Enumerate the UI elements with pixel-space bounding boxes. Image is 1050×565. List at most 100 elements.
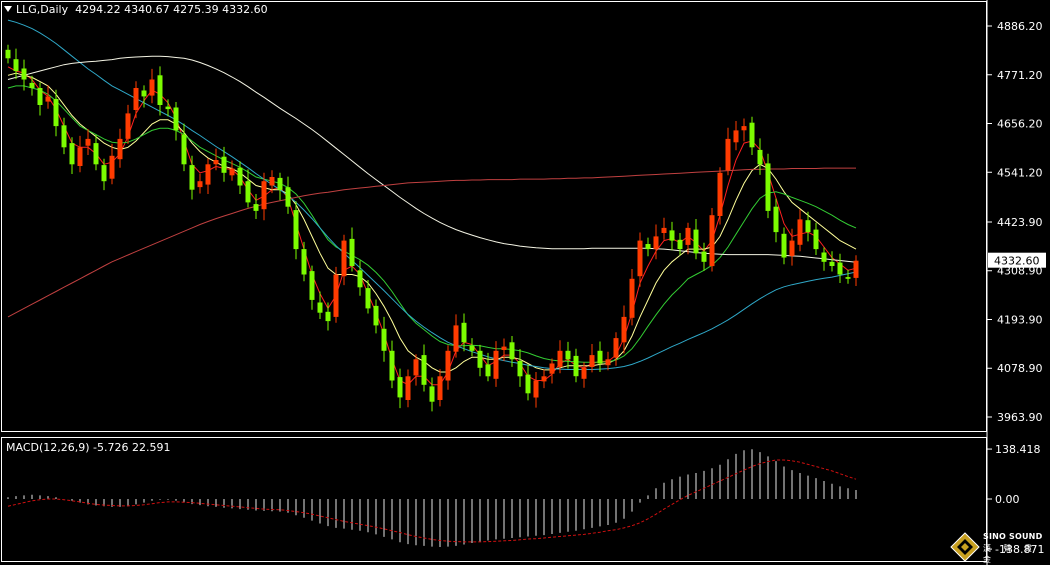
candle-body [157,75,163,105]
candle-body [333,274,339,317]
candle-body [293,210,299,250]
chart-svg: 4886.204771.204656.204541.204423.904308.… [1,0,1046,565]
candle-body [613,338,619,358]
candle-body [213,160,219,165]
candle-body [637,240,643,277]
candle-body [549,363,555,374]
candle-body [709,215,715,267]
candle-body [221,156,227,173]
candle-body [445,350,451,381]
candle-body [797,219,803,245]
candle-body [757,149,763,165]
candle-body [645,244,651,250]
candle-body [413,359,419,376]
macd-header: MACD(12,26,9) -5.726 22.591 [6,441,170,454]
price-tick-label: 4078.90 [997,362,1043,375]
candle-body [173,107,179,131]
price-tick-label: 4423.90 [997,216,1043,229]
logo-cn-text: 漢 聲 貴 金 [983,544,1038,564]
candle-body [453,325,459,352]
candle-body [789,240,795,256]
candle-body [61,125,67,148]
candle-body [765,163,771,211]
candle-body [653,236,659,250]
candle-body [821,252,827,262]
candle-body [485,364,491,377]
candle-body [389,350,395,381]
candle-body [725,138,731,171]
candle-body [565,350,571,360]
candle-body [109,155,115,179]
candle-body [21,68,27,80]
candle-body [245,181,251,203]
price-tick-label: 4541.20 [997,166,1043,179]
macd-histogram [7,449,857,547]
dropdown-triangle-icon[interactable] [4,6,12,12]
candle-body [13,59,19,72]
candle-body [829,261,835,266]
candle-body [237,167,243,186]
ma-line-green [7,85,857,363]
candle-body [261,181,267,210]
price-tick-label: 4771.20 [997,69,1043,82]
candle-body [669,230,675,241]
candle-body [525,374,531,394]
candle-body [517,361,523,377]
candle-body [845,277,851,279]
macd-tick-label: 138.418 [995,443,1041,456]
last-price-tag: 4332.60 [988,252,1046,268]
candle-body [629,278,635,318]
candle-body [357,270,363,288]
candle-body [117,138,123,160]
candle-body [189,165,195,190]
candle-body [317,302,323,313]
ma-line-long [7,167,856,318]
moving-averages [7,19,857,386]
candle-body [69,143,75,165]
candle-body [133,88,139,110]
chart-header[interactable]: LLG,Daily 4294.22 4340.67 4275.39 4332.6… [4,3,268,16]
candle-body [805,220,811,233]
candle-body [853,260,859,278]
candle-body [29,82,35,88]
logo-text: SINO SOUND [983,532,1043,541]
candle-body [101,165,107,182]
candle-body [381,328,387,351]
candle-body [197,181,203,188]
candle-body [229,168,235,176]
price-tick-label: 4656.20 [997,118,1043,131]
candle-body [501,346,507,350]
price-axis: 4886.204771.204656.204541.204423.904308.… [987,20,1043,424]
candle-body [605,359,611,366]
candle-body [429,386,435,402]
candle-body [509,342,515,360]
ma-line-mid [7,72,857,373]
candle-body [53,99,59,127]
candle-body [621,316,627,343]
candle-body [285,187,291,207]
candle-body [701,251,707,262]
candle-body [557,350,563,367]
candle-body [181,134,187,165]
candle-body [85,138,91,146]
candle-body [541,376,547,382]
ohlc-values: 4294.22 4340.67 4275.39 4332.60 [75,3,268,16]
candle-body [125,113,131,139]
candle-body [437,376,443,400]
candle-body [421,355,427,385]
candle-body [469,345,475,351]
candle-body [573,355,579,377]
macd-label: MACD(12,26,9) -5.726 22.591 [6,441,171,454]
candle-body [301,249,307,275]
candle-body [741,126,747,131]
candles [5,44,859,412]
candle-body [773,206,779,233]
candle-body [533,380,539,398]
candle-body [461,322,467,343]
price-tick-label: 4886.20 [997,20,1043,33]
candle-body [733,130,739,143]
ma-line-cyan [7,19,857,370]
candle-body [149,79,155,96]
candle-body [597,350,603,364]
candle-body [77,147,83,166]
